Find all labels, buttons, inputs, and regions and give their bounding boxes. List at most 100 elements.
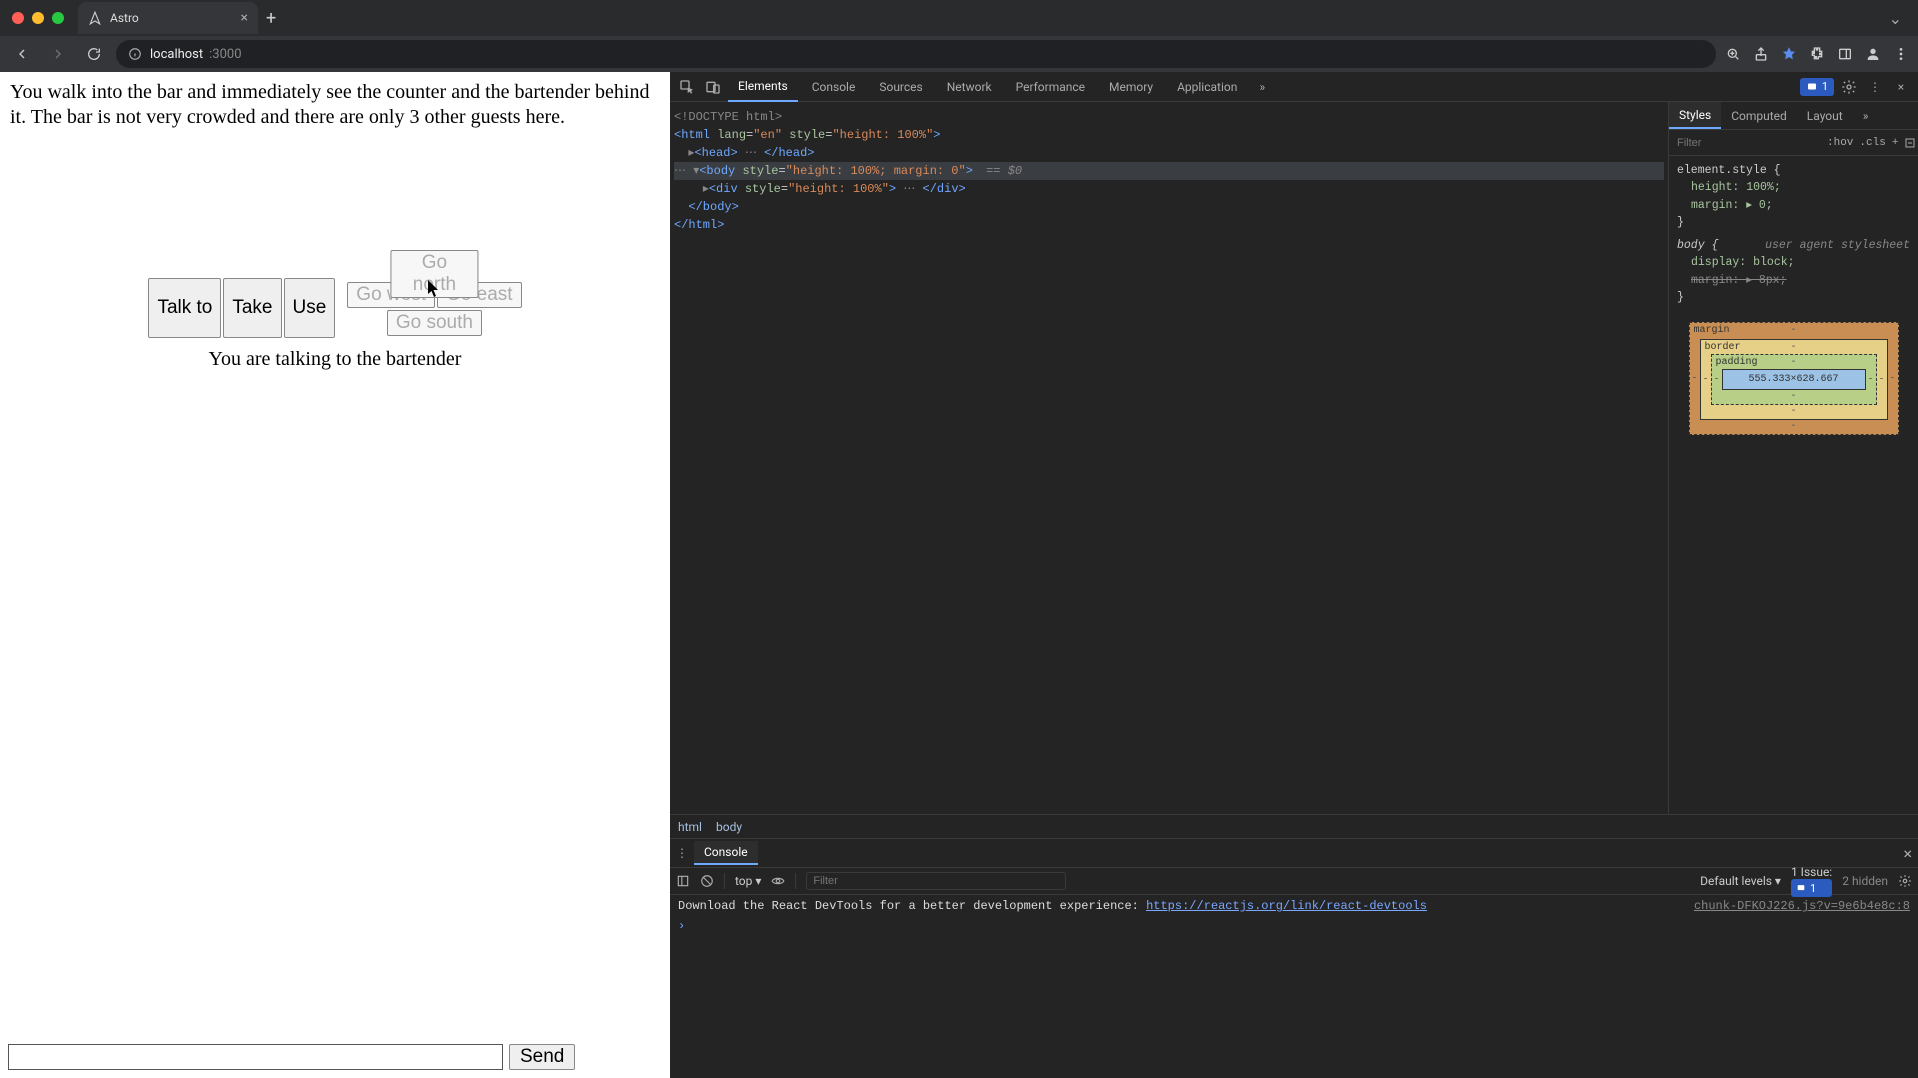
hov-toggle[interactable]: :hov: [1827, 137, 1853, 149]
settings-icon[interactable]: [1838, 76, 1860, 98]
extensions-icon[interactable]: [1808, 45, 1826, 63]
reload-button[interactable]: [80, 40, 108, 68]
computed-styles-icon[interactable]: [1904, 137, 1916, 149]
bm-margin-label: margin: [1694, 325, 1730, 336]
send-button[interactable]: Send: [509, 1044, 575, 1070]
browser-toolbar: localhost:3000: [0, 36, 1918, 72]
ua-stylesheet-label: user agent stylesheet: [1765, 237, 1910, 254]
hidden-messages[interactable]: 2 hidden: [1842, 874, 1888, 888]
issues-count: 1: [1822, 80, 1828, 93]
tab-network[interactable]: Network: [937, 72, 1002, 102]
more-tabs-icon[interactable]: »: [1251, 76, 1273, 98]
dom-tree[interactable]: <!DOCTYPE html> <html lang="en" style="h…: [670, 102, 1668, 814]
address-bar[interactable]: localhost:3000: [116, 40, 1716, 68]
issues-badge[interactable]: 1: [1800, 78, 1834, 96]
log-source-link[interactable]: chunk-DFKOJ226.js?v=9e6b4e8c:8: [1694, 899, 1910, 913]
go-south-button[interactable]: Go south: [387, 310, 482, 336]
menu-icon[interactable]: [1892, 45, 1910, 63]
tab-sources[interactable]: Sources: [869, 72, 932, 102]
story-text: You walk into the bar and immediately se…: [0, 72, 670, 138]
action-panel: Talk to Take Use Go north Go west Go eas…: [0, 278, 670, 338]
forward-button[interactable]: [44, 40, 72, 68]
go-north-button[interactable]: Go north: [391, 250, 478, 298]
tab-title: Astro: [110, 11, 139, 25]
bm-padding-label: padding: [1716, 357, 1758, 368]
rule-close: }: [1677, 216, 1684, 229]
bm-border-label: border: [1705, 342, 1741, 353]
log-message: Download the React DevTools for a better…: [678, 899, 1146, 913]
crumb-body[interactable]: body: [716, 820, 742, 834]
rule-margin: margin: ▸ 0;: [1691, 199, 1773, 212]
rule-body-selector: body {: [1677, 239, 1718, 252]
drawer-menu-icon[interactable]: ⋮: [676, 846, 688, 860]
log-levels-selector[interactable]: Default levels ▾: [1700, 874, 1781, 888]
tab-close-icon[interactable]: ×: [241, 10, 248, 26]
dom-doctype: <!DOCTYPE html>: [674, 110, 782, 124]
devtools-close-icon[interactable]: ×: [1890, 76, 1912, 98]
url-host: localhost: [150, 47, 203, 62]
breadcrumb: html body: [670, 814, 1918, 838]
take-button[interactable]: Take: [223, 278, 281, 338]
tab-performance[interactable]: Performance: [1006, 72, 1095, 102]
styles-filter-input[interactable]: [1675, 136, 1821, 150]
devtools-panel: Elements Console Sources Network Perform…: [670, 72, 1918, 1078]
rendered-page: You walk into the bar and immediately se…: [0, 72, 670, 1078]
new-tab-button[interactable]: +: [266, 8, 276, 29]
clear-console-icon[interactable]: [700, 874, 714, 888]
tab-application[interactable]: Application: [1167, 72, 1247, 102]
tabs-overflow-icon[interactable]: ⌄: [1889, 9, 1902, 28]
window-controls: [12, 12, 64, 24]
console-sidebar-icon[interactable]: [676, 874, 690, 888]
profile-icon[interactable]: [1864, 45, 1882, 63]
devtools-menu-icon[interactable]: ⋮: [1864, 76, 1886, 98]
crumb-html[interactable]: html: [678, 820, 702, 834]
styles-more-icon[interactable]: »: [1853, 102, 1879, 129]
style-rules[interactable]: element.style { height: 100%; margin: ▸ …: [1669, 156, 1918, 312]
console-log[interactable]: chunk-DFKOJ226.js?v=9e6b4e8c:8 Download …: [670, 895, 1918, 1078]
tab-elements[interactable]: Elements: [728, 72, 798, 102]
bm-content-dimensions: 555.333×628.667: [1722, 369, 1866, 390]
styles-tab-styles[interactable]: Styles: [1669, 102, 1721, 129]
inspect-element-icon[interactable]: [676, 76, 698, 98]
log-link[interactable]: https://reactjs.org/link/react-devtools: [1146, 899, 1427, 913]
styles-tab-computed[interactable]: Computed: [1721, 102, 1797, 129]
box-model[interactable]: margin ---- border ---- padding ---- 555…: [1689, 322, 1899, 435]
chat-bar: Send: [0, 1036, 670, 1078]
maximize-window-button[interactable]: [52, 12, 64, 24]
console-filter-input[interactable]: [806, 872, 1066, 890]
bookmark-star-icon[interactable]: [1780, 45, 1798, 63]
styles-pane: Styles Computed Layout » :hov .cls + ele…: [1668, 102, 1918, 814]
sidepanel-icon[interactable]: [1836, 45, 1854, 63]
rule-height: height: 100%;: [1691, 181, 1781, 194]
cls-toggle[interactable]: .cls: [1859, 137, 1885, 149]
device-toolbar-icon[interactable]: [702, 76, 724, 98]
console-settings-icon[interactable]: [1898, 874, 1912, 888]
rule-close2: }: [1677, 291, 1684, 304]
devtools-tabbar: Elements Console Sources Network Perform…: [670, 72, 1918, 102]
drawer-close-icon[interactable]: ×: [1903, 844, 1912, 863]
workspace: You walk into the bar and immediately se…: [0, 72, 1918, 1078]
context-selector[interactable]: top ▾: [735, 874, 761, 888]
back-button[interactable]: [8, 40, 36, 68]
rule-display: display: block;: [1691, 256, 1795, 269]
minimize-window-button[interactable]: [32, 12, 44, 24]
browser-tab[interactable]: Astro ×: [78, 2, 258, 34]
styles-tab-layout[interactable]: Layout: [1797, 102, 1853, 129]
chat-input[interactable]: [8, 1044, 503, 1070]
talk-to-button[interactable]: Talk to: [148, 278, 221, 338]
console-prompt-icon[interactable]: ›: [678, 919, 685, 933]
zoom-icon[interactable]: [1724, 45, 1742, 63]
live-expression-icon[interactable]: [771, 874, 785, 888]
share-icon[interactable]: [1752, 45, 1770, 63]
use-button[interactable]: Use: [284, 278, 336, 338]
issues-link[interactable]: 1 Issue: 1: [1791, 865, 1832, 897]
new-style-rule-icon[interactable]: +: [1892, 137, 1899, 149]
rule-margin-ua: margin: ▸ 8px;: [1691, 274, 1787, 287]
site-info-icon[interactable]: [126, 45, 144, 63]
tab-memory[interactable]: Memory: [1099, 72, 1163, 102]
console-drawer: ⋮ Console × top ▾ Default levels ▾ 1 Iss…: [670, 838, 1918, 1078]
tab-console[interactable]: Console: [802, 72, 866, 102]
drawer-tab-console[interactable]: Console: [694, 841, 758, 865]
tab-favicon-icon: [88, 11, 102, 25]
close-window-button[interactable]: [12, 12, 24, 24]
